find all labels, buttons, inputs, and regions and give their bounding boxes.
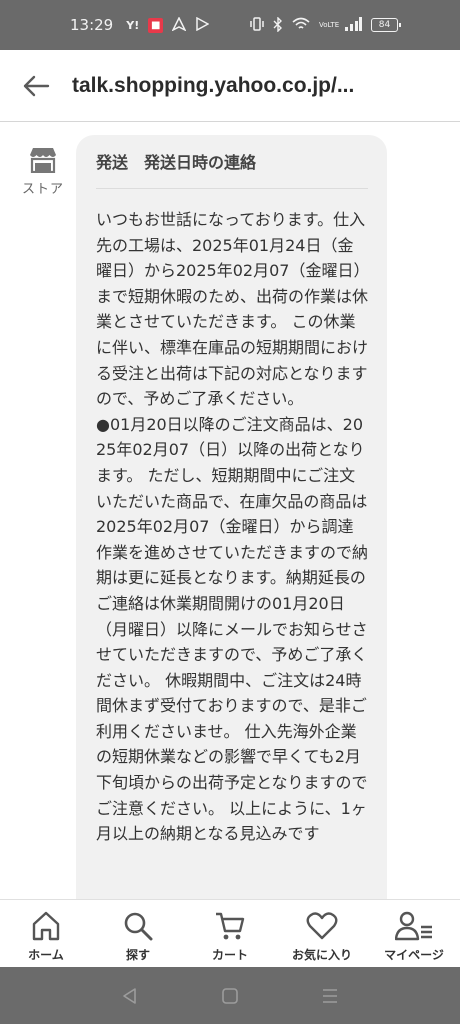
user-icon [395, 911, 432, 941]
nav-favorites-label: お気に入り [291, 948, 352, 962]
bluetooth-icon [273, 15, 283, 34]
navigation-icon [171, 16, 187, 33]
store-icon [30, 148, 56, 174]
wifi-icon [292, 17, 310, 33]
nav-mypage[interactable]: マイページ [368, 900, 460, 966]
system-navigation-bar [0, 967, 460, 1024]
cart-icon [216, 912, 245, 940]
nav-favorites[interactable]: お気に入り [276, 900, 368, 966]
home-icon [32, 911, 60, 941]
nav-cart-label: カート [211, 948, 248, 962]
app-notification-icon: ■ [148, 17, 164, 33]
chat-area[interactable]: ストア 発送 発送日時の連絡 いつもお世話になっております。仕入先の工場は、20… [0, 123, 460, 899]
search-icon [124, 912, 153, 941]
recents-icon [323, 988, 337, 1003]
system-home-button[interactable] [210, 976, 250, 1016]
store-avatar[interactable]: ストア [19, 147, 67, 197]
play-icon [195, 16, 210, 33]
browser-url-bar: talk.shopping.yahoo.co.jp/... [0, 50, 460, 122]
arrow-left-icon [23, 75, 50, 96]
status-time: 13:29 [70, 16, 114, 34]
nav-cart[interactable]: カート [184, 900, 276, 966]
system-back-button[interactable] [110, 976, 150, 1016]
vibrate-icon [250, 17, 264, 33]
yahoo-notification-icon: Y! [126, 18, 140, 32]
url-text[interactable]: talk.shopping.yahoo.co.jp/... [72, 74, 354, 98]
heart-icon [306, 912, 338, 940]
home-square-icon [222, 987, 238, 1004]
system-recents-button[interactable] [310, 976, 350, 1016]
message-body: いつもお世話になっております。仕入先の工場は、2025年01月24日（金曜日）か… [96, 210, 369, 844]
nav-home-label: ホーム [28, 948, 64, 962]
message-title: 発送 発送日時の連絡 [96, 151, 368, 189]
signal-icon [344, 17, 362, 33]
bottom-navigation: ホーム 探す カート お気に入り マイページ [0, 899, 460, 967]
back-triangle-icon [123, 987, 136, 1004]
nav-search-label: 探す [125, 948, 150, 962]
nav-search[interactable]: 探す [92, 900, 184, 966]
nav-mypage-label: マイページ [384, 948, 444, 962]
volte-icon: VoLTE [319, 21, 340, 29]
back-button[interactable] [0, 50, 72, 122]
message-bubble: 発送 発送日時の連絡 いつもお世話になっております。仕入先の工場は、2025年0… [76, 135, 387, 899]
battery-level: 84 [378, 20, 391, 30]
nav-home[interactable]: ホーム [0, 900, 92, 966]
sender-label: ストア [21, 182, 64, 197]
status-bar: 13:29 Y! ■ VoLTE 84 [0, 0, 460, 50]
battery-icon: 84 [371, 18, 401, 32]
